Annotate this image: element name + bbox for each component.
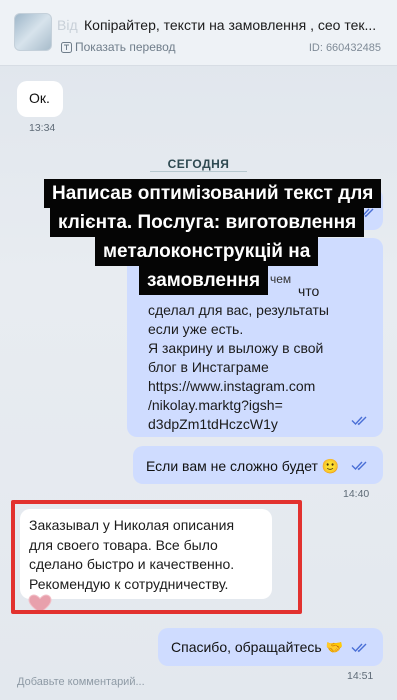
message-time: 14:40 [343, 488, 370, 500]
date-separator-line [150, 171, 247, 172]
message-line: Я закрину и выложу в свой [148, 340, 324, 356]
message-link[interactable]: d3dpZm1tdHczcW1y [148, 415, 329, 434]
message-text-block: что сделал для вас, результаты если уже … [148, 282, 329, 434]
date-separator-label: СЕГОДНЯ [167, 157, 230, 171]
message-text: Если вам не сложно будет 🙂 [146, 458, 340, 474]
double-check-icon [351, 416, 367, 426]
message-time: 13:34 [29, 122, 56, 134]
caption-line: клієнта. Послуга: виготовлення [50, 208, 365, 237]
outgoing-message-request[interactable]: Если вам не сложно будет 🙂 [133, 446, 383, 484]
message-line: сделал для вас, результаты [148, 302, 329, 318]
message-ok[interactable]: Ок. [17, 81, 63, 117]
outgoing-message-thanks[interactable]: Спасибо, обращайтесь 🤝 [158, 628, 383, 666]
caption-line: Написав оптимізований текст для [44, 179, 382, 208]
chat-id: ID: 660432485 [308, 42, 381, 54]
highlight-frame [11, 500, 302, 614]
comment-input[interactable]: Добавьте комментарий... [17, 676, 145, 688]
chat-header: Від Копірайтер, тексти на замовлення , с… [0, 0, 397, 66]
message-line: блог в Инстаграме [148, 359, 269, 375]
translate-link[interactable]: Показать перевод [61, 40, 176, 54]
caption-line: замовлення [139, 266, 269, 295]
message-text: Спасибо, обращайтесь 🤝 [171, 639, 344, 655]
message-text: Ок. [29, 90, 50, 106]
translate-label: Показать перевод [75, 40, 176, 54]
message-link[interactable]: https://www.instagram.com [148, 377, 329, 396]
translate-icon [61, 41, 72, 53]
message-line: если уже есть. [148, 321, 244, 337]
chat-title[interactable]: Копірайтер, тексти на замовлення , сео т… [84, 17, 384, 33]
message-link[interactable]: /nikolay.marktg?igsh= [148, 396, 329, 415]
double-check-icon [351, 461, 367, 471]
double-check-icon [351, 643, 367, 653]
caption-line: металоконструкцій на [95, 237, 319, 266]
message-time: 14:51 [347, 670, 374, 682]
chat-name-fragment: Від [57, 17, 78, 33]
avatar[interactable] [14, 13, 52, 51]
